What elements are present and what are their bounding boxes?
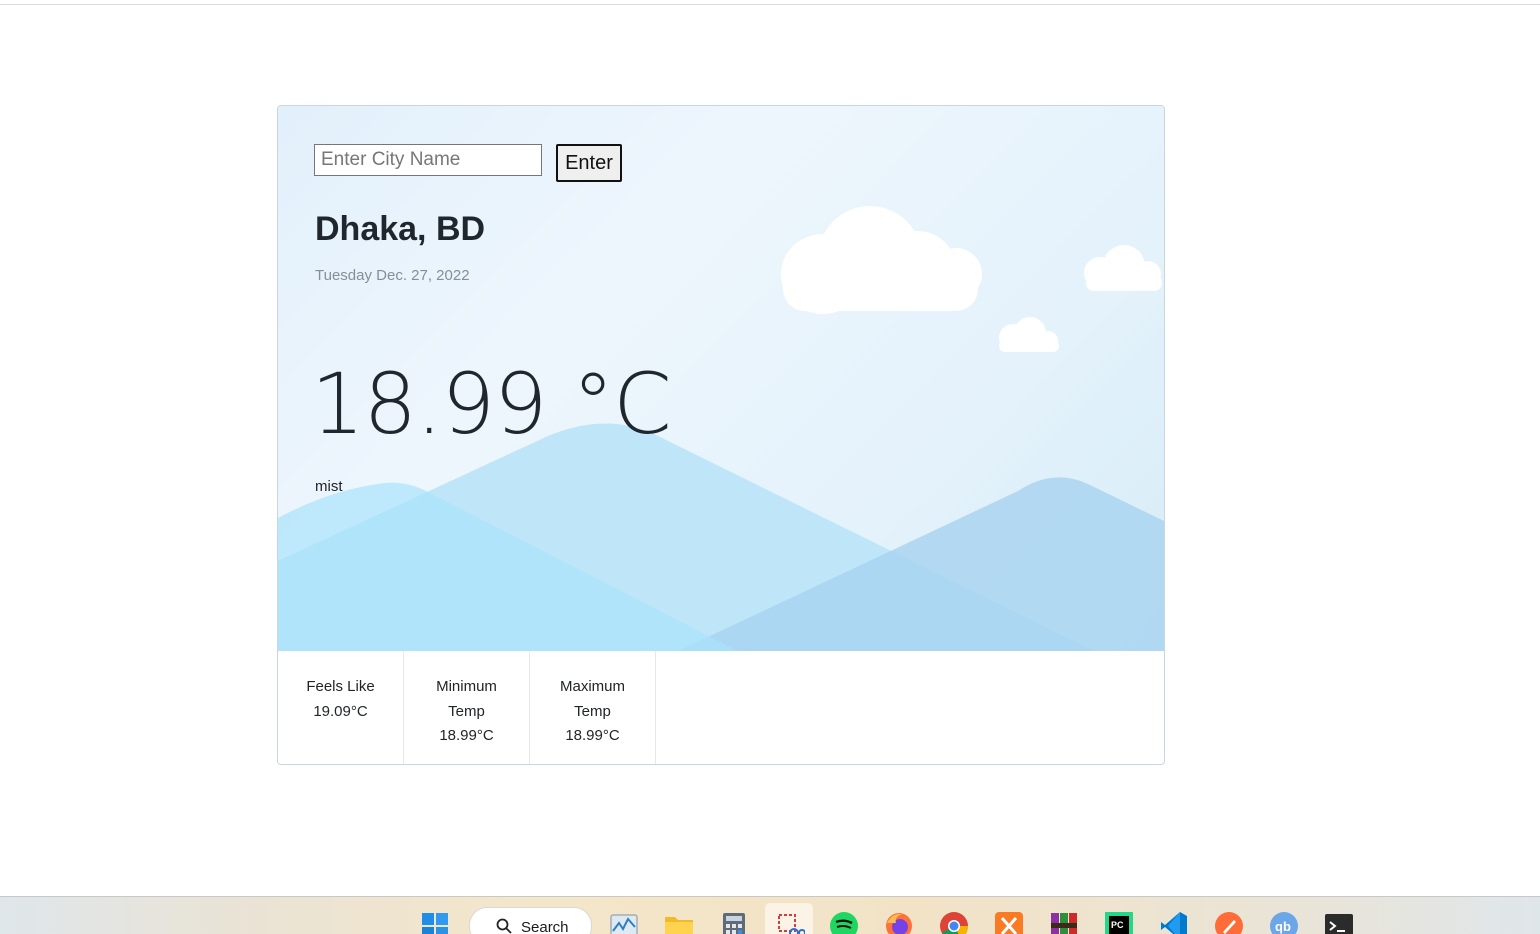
cloud-small-middle xyxy=(999,317,1059,352)
calculator-icon[interactable] xyxy=(719,909,749,934)
stat-value: 18.99°C xyxy=(565,727,620,744)
temperature-value: 18.99 °C xyxy=(311,355,672,453)
vscode-icon[interactable] xyxy=(1159,909,1189,934)
stat-label: Minimum Temp xyxy=(436,678,497,720)
firefox-icon[interactable] xyxy=(884,909,914,934)
city-name-input[interactable] xyxy=(314,144,542,176)
qbittorrent-icon[interactable]: qb xyxy=(1269,909,1299,934)
taskbar-search-button[interactable]: Search xyxy=(469,907,592,934)
browser-top-border xyxy=(0,4,1540,5)
cloud-small-right xyxy=(1084,245,1162,291)
winrar-icon[interactable] xyxy=(1049,909,1079,934)
stat-minimum-temp: Minimum Temp 18.99°C xyxy=(404,651,530,764)
spotify-icon[interactable] xyxy=(829,909,859,934)
search-icon xyxy=(496,918,512,934)
stat-value: 18.99°C xyxy=(439,727,494,744)
snipping-tool-icon[interactable] xyxy=(775,909,805,934)
enter-button[interactable]: Enter xyxy=(556,144,622,182)
terminal-icon[interactable] xyxy=(1324,909,1354,934)
stat-label: Maximum Temp xyxy=(559,678,625,720)
weather-card: Enter Dhaka, BD Tuesday Dec. 27, 2022 18… xyxy=(277,105,1165,765)
pycharm-icon[interactable]: PC xyxy=(1104,909,1134,934)
xampp-icon[interactable] xyxy=(994,909,1024,934)
file-explorer-icon[interactable] xyxy=(664,909,694,934)
weather-description: mist xyxy=(315,478,343,495)
stat-maximum-temp: Maximum Temp 18.99°C xyxy=(530,651,656,764)
svg-text:qb: qb xyxy=(1275,919,1291,934)
weather-stats: Feels Like 19.09°C Minimum Temp 18.99°C … xyxy=(278,651,1164,764)
task-manager-icon[interactable] xyxy=(609,909,639,934)
windows-start-icon[interactable] xyxy=(421,909,451,934)
postman-icon[interactable] xyxy=(1214,909,1244,934)
chrome-icon[interactable] xyxy=(939,909,969,934)
stat-label: Feels Like xyxy=(306,678,375,695)
taskbar-search-label: Search xyxy=(521,919,569,934)
svg-text:PC: PC xyxy=(1111,920,1124,930)
windows-taskbar: Search PC qb xyxy=(0,896,1540,934)
cloud-large xyxy=(781,206,982,314)
location-title: Dhaka, BD xyxy=(315,210,486,248)
stat-feels-like: Feels Like 19.09°C xyxy=(278,651,404,764)
stat-value: 19.09°C xyxy=(313,702,368,720)
weather-hero: Enter Dhaka, BD Tuesday Dec. 27, 2022 18… xyxy=(278,106,1164,651)
current-date: Tuesday Dec. 27, 2022 xyxy=(315,267,470,284)
